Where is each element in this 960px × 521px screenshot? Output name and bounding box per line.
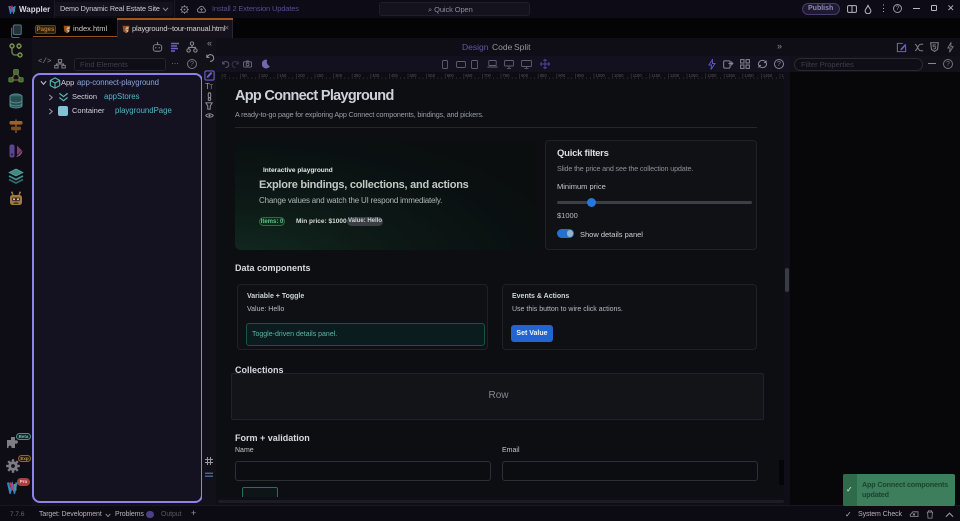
svg-text:550: 550: [428, 73, 436, 78]
svg-text:250: 250: [317, 73, 325, 78]
svg-text:100: 100: [261, 73, 269, 78]
svg-text:1500: 1500: [782, 73, 785, 78]
svg-text:800: 800: [521, 73, 529, 78]
svg-text:0: 0: [224, 73, 227, 78]
svg-text:1350: 1350: [726, 73, 736, 78]
svg-text:650: 650: [465, 73, 473, 78]
svg-text:600: 600: [447, 73, 455, 78]
svg-text:1100: 1100: [633, 73, 643, 78]
svg-text:400: 400: [372, 73, 380, 78]
svg-text:300: 300: [335, 73, 343, 78]
svg-text:700: 700: [484, 73, 492, 78]
svg-text:1150: 1150: [651, 73, 661, 78]
svg-text:900: 900: [558, 73, 566, 78]
svg-text:1000: 1000: [596, 73, 606, 78]
svg-text:1250: 1250: [689, 73, 699, 78]
svg-text:150: 150: [279, 73, 287, 78]
svg-text:450: 450: [391, 73, 399, 78]
svg-text:750: 750: [503, 73, 511, 78]
svg-text:950: 950: [577, 73, 585, 78]
svg-text:350: 350: [354, 73, 362, 78]
svg-text:1200: 1200: [670, 73, 680, 78]
svg-text:1400: 1400: [744, 73, 754, 78]
svg-text:1050: 1050: [614, 73, 624, 78]
svg-text:50: 50: [242, 73, 247, 78]
svg-text:1300: 1300: [707, 73, 717, 78]
svg-text:1450: 1450: [763, 73, 773, 78]
svg-text:200: 200: [298, 73, 306, 78]
svg-text:500: 500: [410, 73, 418, 78]
svg-text:850: 850: [540, 73, 548, 78]
